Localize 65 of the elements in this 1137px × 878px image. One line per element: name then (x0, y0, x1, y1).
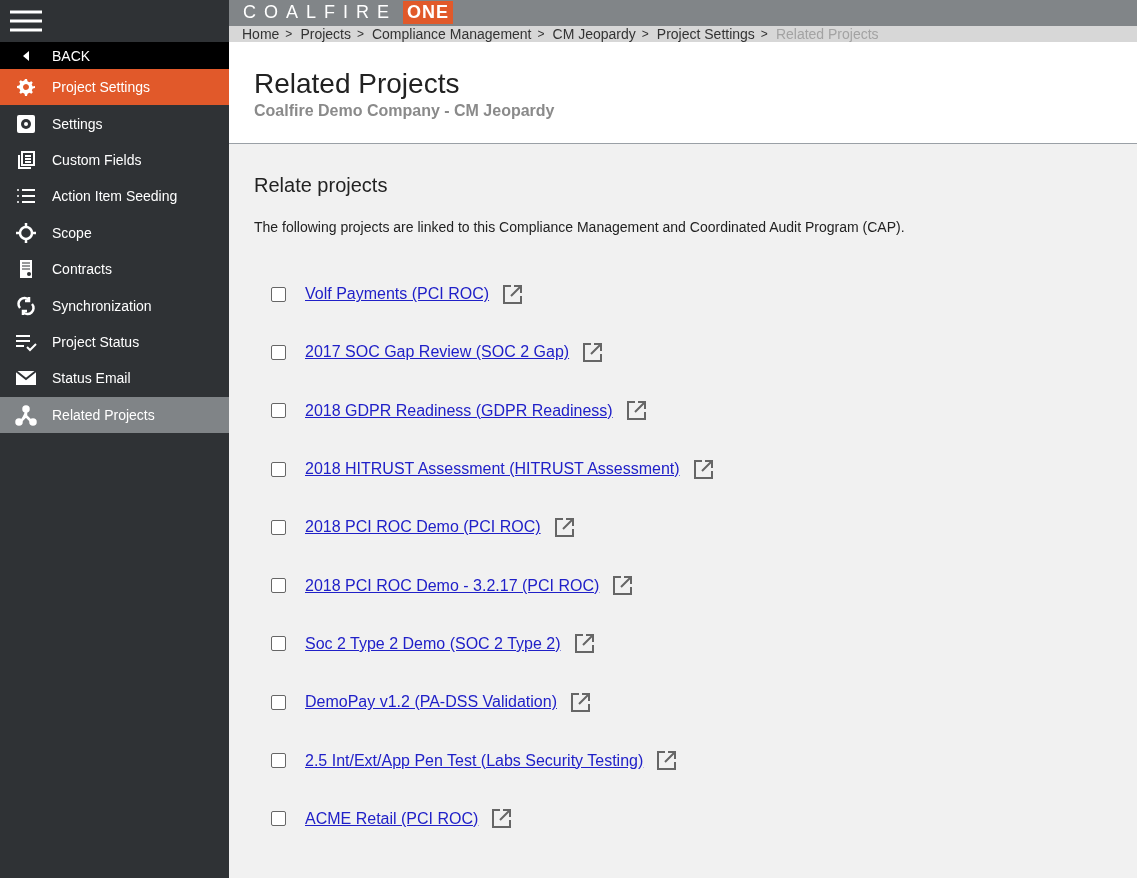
logo-text: COALFIRE (243, 2, 398, 24)
pages-icon (15, 148, 37, 171)
project-link[interactable]: DemoPay v1.2 (PA-DSS Validation) (305, 693, 557, 712)
project-link[interactable]: 2017 SOC Gap Review (SOC 2 Gap) (305, 343, 570, 362)
external-link-icon[interactable] (583, 342, 603, 362)
sidebar-item[interactable]: Related Projects (0, 396, 229, 433)
project-link[interactable]: Soc 2 Type 2 Demo (SOC 2 Type 2) (305, 634, 561, 653)
sidebar-item[interactable]: Scope (0, 214, 229, 251)
checkbox[interactable] (271, 694, 286, 710)
breadcrumb-separator: > (356, 26, 364, 41)
branch-icon (15, 403, 37, 426)
menu-icon[interactable] (10, 10, 42, 32)
back-link[interactable]: BACK (0, 42, 229, 69)
external-link-icon[interactable] (613, 576, 633, 596)
sidebar-item[interactable]: Project Status (0, 323, 229, 361)
crosshair-icon (15, 221, 37, 244)
breadcrumb-separator: > (537, 26, 545, 41)
section-description: The following projects are linked to this Compliance Management and Coordinated Audit Program (CAP). (254, 219, 906, 236)
external-link-icon[interactable] (570, 692, 590, 712)
project-link[interactable]: 2.5 Int/Ext/App Pen Test (Labs Security Testing) (305, 751, 644, 770)
section-title: Relate projects (254, 174, 389, 198)
sidebar-item[interactable]: Contracts (0, 250, 229, 288)
checkbox[interactable] (271, 753, 286, 769)
checkbox[interactable] (271, 578, 286, 594)
external-link-icon[interactable] (554, 517, 574, 537)
project-link[interactable]: ACME Retail (PCI ROC) (305, 809, 479, 828)
project-link[interactable]: 2018 GDPR Readiness (GDPR Readiness) (305, 401, 613, 420)
breadcrumb-separator: > (760, 26, 768, 41)
sidebar-item[interactable]: Settings (0, 105, 229, 142)
settings-icon (15, 112, 37, 135)
checkbox[interactable] (271, 811, 286, 827)
external-link-icon[interactable] (693, 459, 713, 479)
project-link[interactable]: 2018 PCI ROC Demo (PCI ROC) (305, 518, 541, 537)
project-link[interactable]: 2018 PCI ROC Demo - 3.2.17 (PCI ROC) (305, 576, 600, 595)
breadcrumb-link[interactable]: Projects (300, 25, 351, 42)
project-link[interactable]: 2018 HITRUST Assessment (HITRUST Assessment) (305, 460, 680, 479)
checkbox[interactable] (271, 286, 286, 302)
sidebar-section-header[interactable]: Project Settings (0, 69, 229, 106)
breadcrumb-separator: > (285, 26, 293, 41)
breadcrumb-link[interactable]: Compliance Management (371, 25, 532, 42)
logo-badge: ONE (403, 1, 454, 25)
sidebar-item[interactable]: Action Item Seeding (0, 178, 229, 215)
breadcrumb-link[interactable]: Home (242, 25, 280, 42)
sidebar-item[interactable]: Synchronization (0, 287, 229, 324)
checkbox[interactable] (271, 636, 286, 652)
external-link-icon[interactable] (626, 401, 646, 421)
sidebar-item[interactable]: Custom Fields (0, 141, 229, 179)
project-link[interactable]: Volf Payments (PCI ROC) (305, 285, 490, 304)
external-link-icon[interactable] (574, 634, 594, 654)
page-subtitle: Coalfire Demo Company - CM Jeopardy (254, 102, 556, 121)
external-link-icon[interactable] (657, 751, 677, 771)
breadcrumb-separator: > (641, 26, 649, 41)
checkbox[interactable] (271, 344, 286, 360)
sidebar-item[interactable]: Status Email (0, 360, 229, 397)
breadcrumb-link[interactable]: CM Jeopardy (552, 25, 636, 42)
checkbox[interactable] (271, 461, 286, 477)
checkbox[interactable] (271, 403, 286, 419)
sync-icon (15, 294, 37, 317)
gear-icon (15, 76, 37, 99)
caret-left-icon (23, 50, 29, 61)
external-link-icon[interactable] (492, 809, 512, 829)
breadcrumb-link[interactable]: Project Settings (656, 25, 755, 42)
page-title: Related Projects (254, 68, 461, 101)
checkbox[interactable] (271, 519, 286, 535)
external-link-icon[interactable] (503, 284, 523, 304)
